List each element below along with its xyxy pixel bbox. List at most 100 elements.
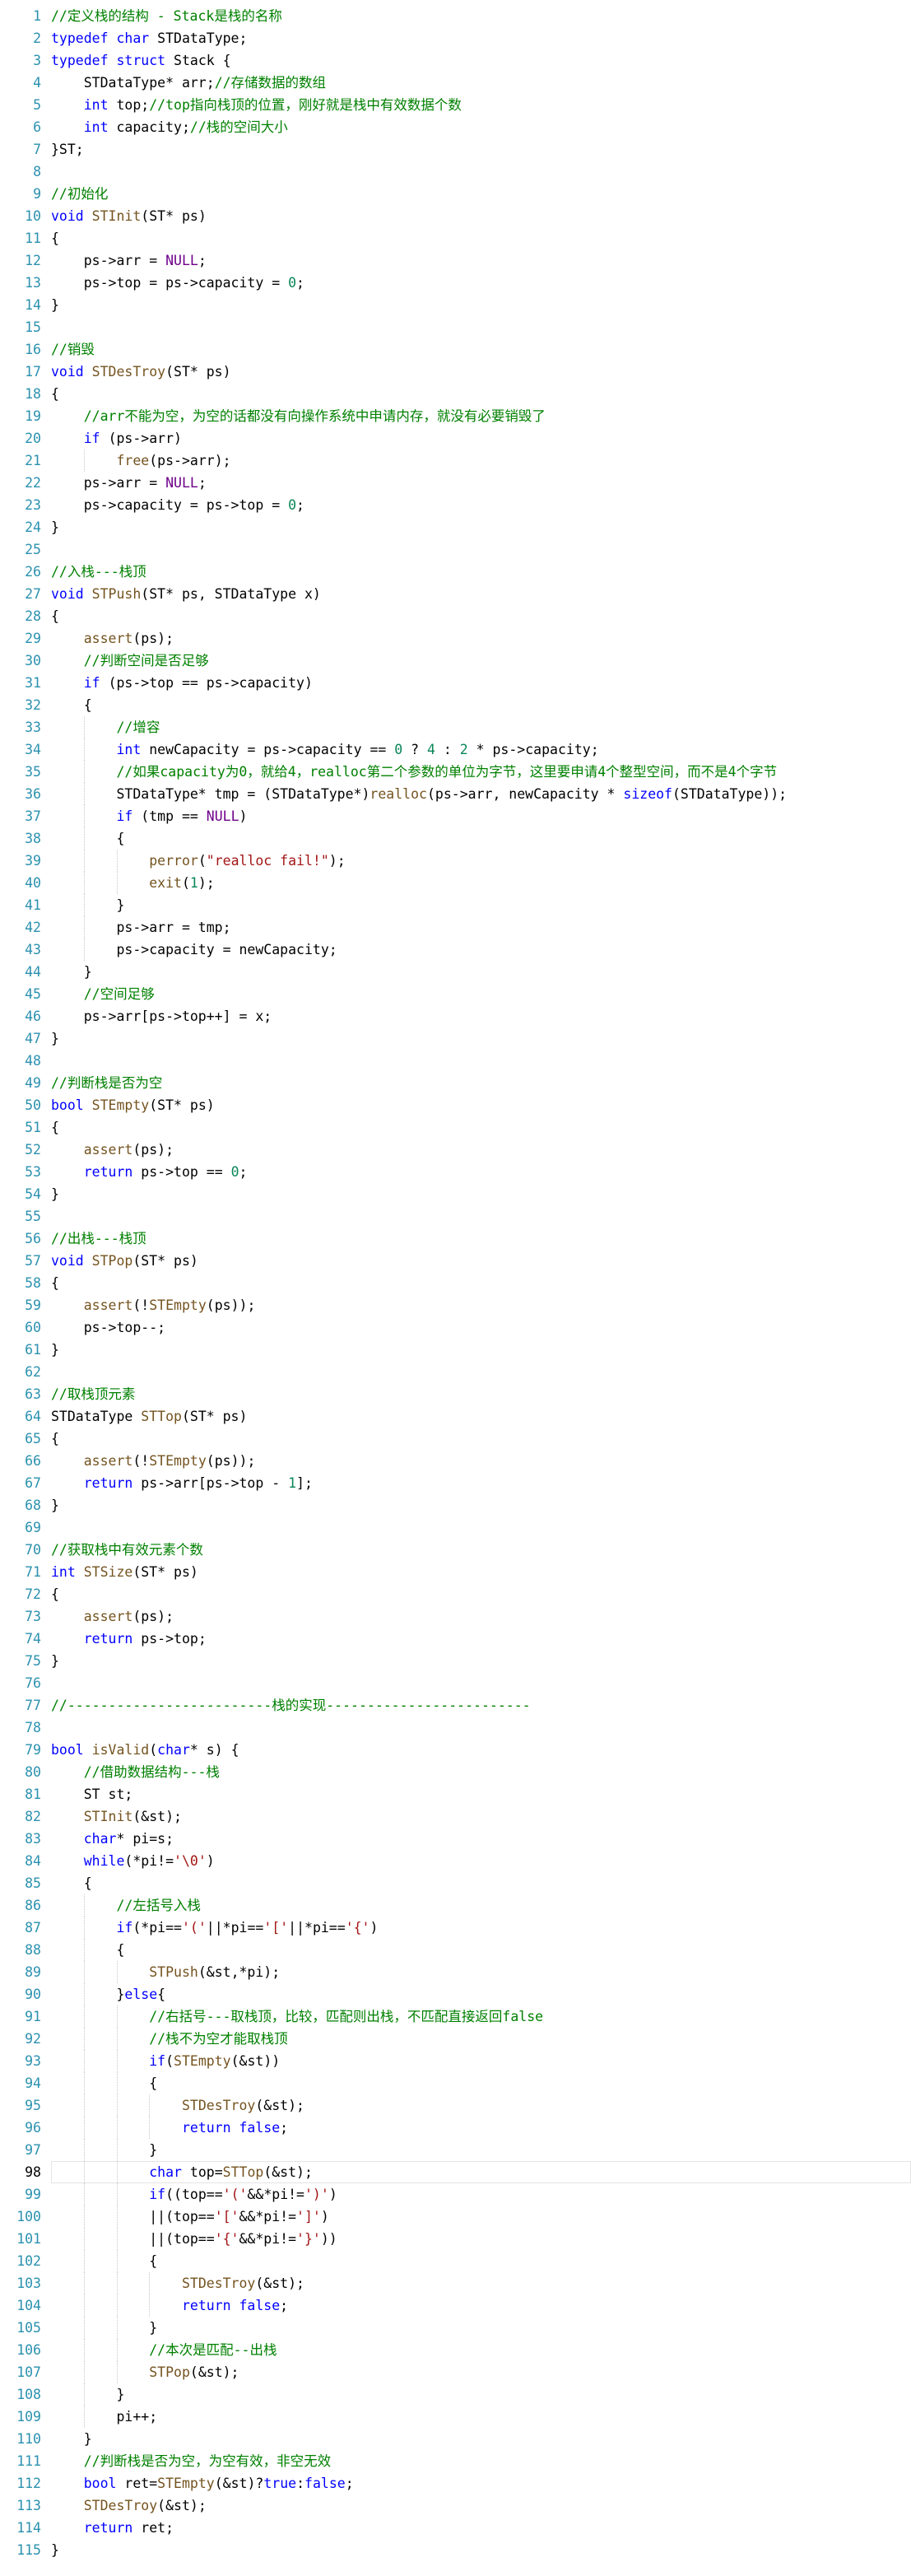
code-line[interactable]: 98 char top=STTop(&st); bbox=[25, 2161, 911, 2183]
code-line[interactable]: 21 free(ps->arr); bbox=[25, 450, 911, 472]
code-line[interactable]: 89 STPush(&st,*pi); bbox=[25, 1961, 911, 1983]
code-line[interactable]: 46 ps->arr[ps->top++] = x; bbox=[25, 1005, 911, 1027]
code-line[interactable]: 112 bool ret=STEmpty(&st)?true:false; bbox=[16, 2472, 911, 2494]
code-line[interactable]: 78 bbox=[25, 1717, 911, 1739]
code-line[interactable]: 27 void STPush(ST* ps, STDataType x) bbox=[25, 583, 911, 605]
code-line[interactable]: 80 //借助数据结构---栈 bbox=[25, 1761, 911, 1783]
code-line[interactable]: 50 bool STEmpty(ST* ps) bbox=[25, 1094, 911, 1116]
code-line[interactable]: 100 ||(top=='['&&*pi!=']') bbox=[16, 2206, 911, 2228]
code-line[interactable]: 37 if (tmp == NULL) bbox=[25, 805, 911, 827]
code-line[interactable]: 88 { bbox=[25, 1939, 911, 1961]
code-line[interactable]: 15 bbox=[25, 316, 911, 338]
code-line[interactable]: 66 assert(!STEmpty(ps)); bbox=[25, 1450, 911, 1472]
code-line[interactable]: 94 { bbox=[25, 2072, 911, 2094]
code-line[interactable]: 83 char* pi=s; bbox=[25, 1828, 911, 1850]
code-line[interactable]: 92 //栈不为空才能取栈顶 bbox=[25, 2028, 911, 2050]
code-line[interactable]: 104 return false; bbox=[16, 2294, 911, 2317]
code-line[interactable]: 41 } bbox=[25, 894, 911, 916]
code-line[interactable]: 95 STDesTroy(&st); bbox=[25, 2094, 911, 2117]
code-line[interactable]: 93 if(STEmpty(&st)) bbox=[25, 2050, 911, 2072]
code-line[interactable]: 8 bbox=[33, 161, 911, 183]
code-line[interactable]: 2 typedef char STDataType; bbox=[33, 27, 911, 49]
code-line[interactable]: 107 STPop(&st); bbox=[16, 2361, 911, 2383]
code-line[interactable]: 115} bbox=[16, 2539, 911, 2561]
code-line[interactable]: 52 assert(ps); bbox=[25, 1139, 911, 1161]
code-line[interactable]: 26 //入栈---栈顶 bbox=[25, 561, 911, 583]
code-line[interactable]: 14} bbox=[25, 294, 911, 316]
code-line[interactable]: 91 //右括号---取栈顶，比较，匹配则出栈，不匹配直接返回false bbox=[25, 2005, 911, 2028]
code-line[interactable]: 11 { bbox=[25, 227, 911, 249]
code-line[interactable]: 10 void STInit(ST* ps) bbox=[25, 205, 911, 227]
code-line[interactable]: 9 //初始化 bbox=[33, 183, 911, 205]
code-line[interactable]: 18 { bbox=[25, 383, 911, 405]
code-line[interactable]: 22 ps->arr = NULL; bbox=[25, 472, 911, 494]
code-line[interactable]: 96 return false; bbox=[25, 2117, 911, 2139]
code-line[interactable]: 38 { bbox=[25, 827, 911, 850]
code-line[interactable]: 73 assert(ps); bbox=[25, 1605, 911, 1628]
code-line[interactable]: 33 //增容 bbox=[25, 716, 911, 738]
code-line[interactable]: 77 //-------------------------栈的实现-------… bbox=[25, 1694, 911, 1717]
code-line[interactable]: 23 ps->capacity = ps->top = 0; bbox=[25, 494, 911, 516]
code-line[interactable]: 75} bbox=[25, 1650, 911, 1672]
code-line[interactable]: 114 return ret; bbox=[16, 2517, 911, 2539]
code-line[interactable]: 69 bbox=[25, 1516, 911, 1539]
code-line[interactable]: 25 bbox=[25, 538, 911, 561]
code-line[interactable]: 64 STDataType STTop(ST* ps) bbox=[25, 1405, 911, 1428]
code-line[interactable]: 3 typedef struct Stack { bbox=[33, 49, 911, 72]
code-line[interactable]: 30 //判断空间是否足够 bbox=[25, 650, 911, 672]
code-line[interactable]: 109 pi++; bbox=[16, 2406, 911, 2428]
code-line[interactable]: 60 ps->top--; bbox=[25, 1316, 911, 1339]
code-line[interactable]: 99 if((top=='('&&*pi!=')') bbox=[25, 2183, 911, 2206]
code-line[interactable]: 81 ST st; bbox=[25, 1783, 911, 1805]
code-area[interactable]: 1 //定义栈的结构 - Stack是栈的名称 2 typedef char STDa… bbox=[16, 5, 911, 2561]
code-line[interactable]: 35 //如果capacity为0，就给4，realloc第二个参数的单位为字节… bbox=[25, 761, 911, 783]
code-line[interactable]: 62 bbox=[25, 1361, 911, 1383]
code-line[interactable]: 76 bbox=[25, 1672, 911, 1694]
code-line[interactable]: 53 return ps->top == 0; bbox=[25, 1161, 911, 1183]
code-line[interactable]: 74 return ps->top; bbox=[25, 1628, 911, 1650]
code-line[interactable]: 61} bbox=[25, 1339, 911, 1361]
code-line[interactable]: 68} bbox=[25, 1494, 911, 1516]
code-line[interactable]: 12 ps->arr = NULL; bbox=[25, 249, 911, 272]
code-line[interactable]: 70 //获取栈中有效元素个数 bbox=[25, 1539, 911, 1561]
code-line[interactable]: 32 { bbox=[25, 694, 911, 716]
code-line[interactable]: 86 //左括号入栈 bbox=[25, 1894, 911, 1917]
code-line[interactable]: 20 if (ps->arr) bbox=[25, 427, 911, 450]
code-line[interactable]: 28 { bbox=[25, 605, 911, 627]
code-line[interactable]: 110 } bbox=[16, 2428, 911, 2450]
code-line[interactable]: 40 exit(1); bbox=[25, 872, 911, 894]
code-line[interactable]: 63 //取栈顶元素 bbox=[25, 1383, 911, 1405]
code-line[interactable]: 36 STDataType* tmp = (STDataType*)reallo… bbox=[25, 783, 911, 805]
code-line[interactable]: 48 bbox=[25, 1050, 911, 1072]
code-line[interactable]: 58 { bbox=[25, 1272, 911, 1294]
code-line[interactable]: 42 ps->arr = tmp; bbox=[25, 916, 911, 939]
code-line[interactable]: 65 { bbox=[25, 1428, 911, 1450]
code-line[interactable]: 56 //出栈---栈顶 bbox=[25, 1227, 911, 1250]
code-line[interactable]: 71 int STSize(ST* ps) bbox=[25, 1561, 911, 1583]
code-line[interactable]: 4 STDataType* arr;//存储数据的数组 bbox=[33, 72, 911, 94]
code-line[interactable]: 6 int capacity;//栈的空间大小 bbox=[33, 116, 911, 138]
code-line[interactable]: 113 STDesTroy(&st); bbox=[16, 2494, 911, 2517]
code-line[interactable]: 105 } bbox=[16, 2317, 911, 2339]
code-line[interactable]: 67 return ps->arr[ps->top - 1]; bbox=[25, 1472, 911, 1494]
code-line[interactable]: 29 assert(ps); bbox=[25, 627, 911, 650]
code-line[interactable]: 31 if (ps->top == ps->capacity) bbox=[25, 672, 911, 694]
code-line[interactable]: 57 void STPop(ST* ps) bbox=[25, 1250, 911, 1272]
code-line[interactable]: 59 assert(!STEmpty(ps)); bbox=[25, 1294, 911, 1316]
code-line[interactable]: 72 { bbox=[25, 1583, 911, 1605]
code-line[interactable]: 82 STInit(&st); bbox=[25, 1805, 911, 1828]
code-line[interactable]: 51 { bbox=[25, 1116, 911, 1139]
code-line[interactable]: 85 { bbox=[25, 1872, 911, 1894]
code-line[interactable]: 7}ST; bbox=[33, 138, 911, 161]
code-line[interactable]: 55 bbox=[25, 1205, 911, 1227]
code-line[interactable]: 5 int top;//top指向栈顶的位置，刚好就是栈中有效数据个数 bbox=[33, 94, 911, 116]
code-line[interactable]: 97 } bbox=[25, 2139, 911, 2161]
code-line[interactable]: 79 bool isValid(char* s) { bbox=[25, 1739, 911, 1761]
code-line[interactable]: 17 void STDesTroy(ST* ps) bbox=[25, 361, 911, 383]
code-line[interactable]: 103 STDesTroy(&st); bbox=[16, 2272, 911, 2294]
code-line[interactable]: 45 //空间足够 bbox=[25, 983, 911, 1005]
code-line[interactable]: 1 //定义栈的结构 - Stack是栈的名称 bbox=[33, 5, 911, 27]
code-line[interactable]: 84 while(*pi!='\0') bbox=[25, 1850, 911, 1872]
code-line[interactable]: 24} bbox=[25, 516, 911, 538]
code-line[interactable]: 106 //本次是匹配--出栈 bbox=[16, 2339, 911, 2361]
